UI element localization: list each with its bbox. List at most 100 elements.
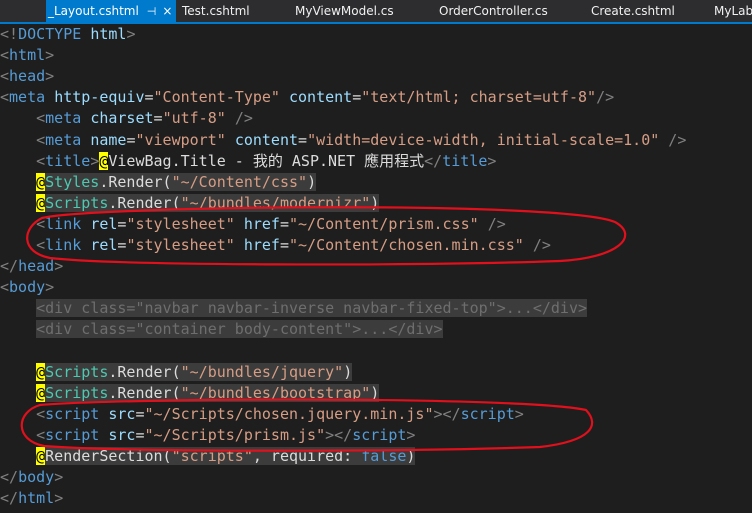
code-token: charset [90,109,154,128]
pin-icon[interactable]: ⊣ [147,1,157,22]
code-token: "scripts" [171,447,253,465]
code-line: <head> [0,66,54,87]
code-token: false [361,447,407,465]
code-token: , required: [252,447,362,465]
code-token: < [36,236,46,254]
code-token: > [126,25,136,43]
code-token: < [36,130,46,149]
code-token: .Render( [99,172,172,191]
tab-label: MyLab [714,4,752,18]
code-token: .Render( [108,193,181,212]
code-line: <div class="container body-content">...<… [0,319,443,340]
code-token: </ [0,468,19,487]
code-token: link [45,214,82,233]
code-line: </html> [0,488,63,509]
code-token: "width=device-width, initial-scale=1.0" [307,130,660,149]
code-token: meta [9,88,46,107]
code-token: > [45,278,55,297]
code-token: @ [36,193,46,212]
code-token: Scripts [45,383,109,402]
code-token: <div class="container body-content">...<… [36,320,443,339]
code-token: src [108,425,136,444]
tab-create-cshtml[interactable]: Create.cshtml [589,0,677,22]
code-token: script [352,425,407,444]
code-token: script [460,404,515,423]
tab-mylab[interactable]: MyLab [712,0,752,22]
tab-myviewmodel-cs[interactable]: MyViewModel.cs [293,0,396,22]
tab-ordercontroller-cs[interactable]: OrderController.cs [437,0,550,22]
code-token: /> [596,88,615,107]
code-token: <! [0,25,19,43]
code-line: @Scripts.Render("~/bundles/jquery") [0,362,353,383]
code-token: = [279,236,289,254]
code-token: html [18,489,55,508]
code-token: head [18,257,55,276]
code-token: content [234,130,299,149]
code-token: "~/Scripts/chosen.jquery.min.js" [144,404,434,423]
code-token: title [442,151,488,170]
code-token: = [298,130,308,149]
code-line: <body> [0,277,54,298]
code-token: < [36,425,46,444]
code-token: = [279,214,289,233]
close-icon[interactable]: × [162,0,172,22]
code-token: < [36,404,46,423]
code-token: > [54,257,64,276]
code-token: < [0,88,10,107]
code-token: < [0,278,10,297]
code-token: < [0,46,10,65]
code-token: = [153,109,163,128]
code-token: meta [45,130,82,149]
code-token: .Render( [108,362,181,381]
code-token: > [45,46,55,65]
code-token: "~/Content/chosen.min.css" [289,236,524,254]
code-line: @Scripts.Render("~/bundles/bootstrap") [0,383,380,404]
code-token: > [54,489,64,508]
code-line: <link rel="stylesheet" href="~/Content/c… [0,235,551,256]
code-token: @ [36,172,46,191]
code-token: href [243,236,280,254]
code-token: name [90,130,127,149]
tab-layout-cshtml[interactable]: _Layout.cshtml ⊣ × [46,0,176,22]
document-tab-bar: _Layout.cshtml ⊣ × Test.cshtml MyViewModel… [0,0,752,24]
code-token: <div class="navbar navbar-inverse navbar… [36,299,588,318]
code-token: > [90,151,100,170]
code-line: <meta name="viewport" content="width=dev… [0,130,686,151]
code-token: ) [370,193,380,212]
code-token: /> [234,109,253,128]
code-token: "text/html; charset=utf-8" [361,88,597,107]
code-token: ) [343,362,353,381]
code-token: Scripts [45,362,109,381]
code-line: <div class="navbar navbar-inverse navbar… [0,298,588,319]
code-editor[interactable]: <!DOCTYPE html> <html> <head> <meta http-eq… [0,24,752,513]
code-line: @RenderSection("scripts", required: fals… [0,446,416,467]
code-token: ></ [433,404,461,423]
code-token: script [45,425,100,444]
code-line: </head> [0,256,63,277]
tab-test-cshtml[interactable]: Test.cshtml [180,0,252,22]
code-token: ></ [325,425,353,444]
code-token: < [0,67,10,86]
code-token: src [108,404,136,423]
tab-label: Test.cshtml [182,4,250,18]
code-line: <meta charset="utf-8" /> [0,108,253,129]
code-token: /> [532,236,551,254]
code-token: @ [36,383,46,402]
tab-label: _Layout.cshtml [48,4,139,18]
code-token: @ [36,447,46,465]
